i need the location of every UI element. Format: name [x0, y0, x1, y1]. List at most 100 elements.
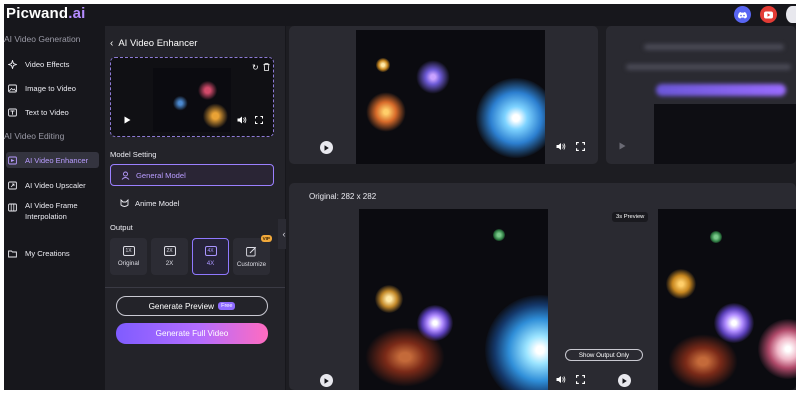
firework-graphic — [416, 60, 450, 94]
firework-graphic — [365, 327, 445, 387]
play-icon[interactable] — [124, 116, 131, 126]
sidebar-item-label: AI Video Upscaler — [25, 180, 86, 190]
sidebar-item-ai-video-frame-interpolation[interactable]: AI Video Frame Interpolation — [6, 200, 99, 226]
sidebar-item-ai-video-upscaler[interactable]: AI Video Upscaler — [6, 176, 99, 194]
scale-4x-icon: 4X — [204, 246, 217, 256]
fullscreen-icon[interactable] — [576, 142, 585, 151]
output-customize-option[interactable]: VIP Customize — [233, 235, 272, 275]
uploaded-video-thumbnail — [153, 68, 231, 132]
fullscreen-icon[interactable] — [255, 116, 263, 126]
result-area: Original: 282 x 282 Show Output Only 3s … — [286, 26, 796, 390]
blurred-text — [644, 44, 784, 50]
scale-1x-icon: 1X — [122, 246, 135, 256]
user-icon — [121, 171, 130, 180]
play-icon — [622, 377, 627, 384]
folder-icon — [8, 250, 17, 257]
output-label: Output — [110, 223, 133, 232]
play-icon — [324, 377, 329, 384]
sidebar-item-label: Text to Video — [25, 107, 69, 117]
firework-graphic — [493, 229, 505, 241]
output-label-text: 4X — [206, 260, 215, 267]
delete-icon[interactable] — [263, 63, 270, 73]
discord-icon[interactable] — [734, 6, 751, 23]
sidebar-item-label: My Creations — [25, 248, 70, 258]
video-player-previous[interactable] — [356, 30, 545, 164]
youtube-icon[interactable] — [760, 6, 777, 23]
general-model-option[interactable]: General Model — [110, 164, 274, 186]
show-output-only-button[interactable]: Show Output Only — [565, 349, 643, 361]
upload-preview[interactable]: ↻ — [110, 57, 274, 137]
blurred-text — [626, 64, 791, 70]
firework-graphic — [758, 319, 796, 379]
fullscreen-icon[interactable] — [576, 375, 585, 384]
result-card-current: Original: 282 x 282 Show Output Only 3s … — [289, 183, 796, 390]
anime-icon — [120, 198, 129, 207]
video-player-output[interactable] — [658, 209, 796, 390]
volume-icon[interactable] — [556, 142, 566, 151]
panel-divider — [105, 287, 285, 288]
logo[interactable]: Picwand.ai — [6, 5, 86, 22]
play-button[interactable] — [320, 141, 333, 154]
edit-icon — [246, 246, 257, 256]
upscale-icon — [8, 181, 17, 189]
sidebar-item-label: AI Video Frame Interpolation — [25, 201, 78, 221]
model-label: General Model — [136, 170, 186, 180]
blurred-button — [656, 84, 786, 96]
generate-preview-label: Generate Preview — [148, 301, 215, 311]
firework-graphic — [476, 78, 545, 158]
sidebar-item-label: Video Effects — [25, 59, 70, 69]
nav-section-editing: AI Video Editing — [4, 131, 65, 141]
firework-graphic — [375, 285, 403, 313]
output-label-text: Customize — [236, 260, 267, 268]
chevron-left-icon[interactable]: ‹ — [110, 38, 113, 49]
play-icon — [324, 144, 329, 151]
generate-full-video-button[interactable]: Generate Full Video — [116, 323, 268, 344]
panel-title-text: AI Video Enhancer — [118, 38, 198, 49]
panel-title[interactable]: ‹ AI Video Enhancer — [110, 38, 197, 49]
firework-graphic — [666, 269, 696, 299]
app-window: Picwand.ai AI Video Generation Video Eff… — [4, 4, 796, 390]
play-button-original[interactable] — [320, 374, 333, 387]
sidebar-item-video-effects[interactable]: Video Effects — [6, 55, 99, 73]
firework-graphic — [710, 231, 722, 243]
avatar[interactable] — [786, 6, 796, 23]
output-label-text: Original — [117, 260, 140, 267]
image-icon — [8, 84, 17, 92]
enhance-icon — [8, 156, 17, 164]
video-player-original[interactable] — [359, 209, 548, 390]
firework-graphic — [376, 58, 390, 72]
sidebar-item-ai-video-enhancer[interactable]: AI Video Enhancer — [6, 152, 99, 168]
volume-icon[interactable] — [237, 116, 247, 126]
volume-icon[interactable] — [556, 375, 566, 384]
output-2x-option[interactable]: 2X 2X — [151, 238, 188, 275]
sidebar-item-text-to-video[interactable]: Text to Video — [6, 103, 99, 121]
scale-2x-icon: 2X — [163, 246, 176, 256]
top-bar: Picwand.ai — [4, 4, 796, 26]
anime-model-option[interactable]: Anime Model — [110, 192, 274, 214]
sidebar-item-my-creations[interactable]: My Creations — [6, 244, 99, 262]
frame-icon — [8, 203, 17, 212]
video-player-output-previous[interactable] — [654, 104, 796, 164]
output-4x-option[interactable]: 4X 4X — [192, 238, 229, 275]
nav-section-generation: AI Video Generation — [4, 34, 81, 44]
result-card-output-previous — [606, 26, 796, 164]
sidebar-item-image-to-video[interactable]: Image to Video — [6, 79, 99, 97]
generate-preview-button[interactable]: Generate Preview Free — [116, 296, 268, 316]
firework-graphic — [668, 334, 738, 389]
play-icon[interactable] — [619, 142, 626, 150]
output-options: 1X Original 2X 2X 4X 4X VIP Customize — [110, 235, 272, 275]
generate-full-video-label: Generate Full Video — [155, 329, 229, 338]
model-setting-label: Model Setting — [110, 150, 157, 159]
firework-graphic — [366, 92, 406, 132]
original-resolution-label: Original: 282 x 282 — [309, 192, 377, 201]
effects-icon — [8, 59, 17, 69]
replace-icon[interactable]: ↻ — [252, 63, 259, 72]
free-badge: Free — [218, 302, 236, 310]
sidebar-item-label: Image to Video — [25, 83, 76, 93]
preview-duration-badge: 3s Preview — [612, 212, 649, 222]
sidebar: AI Video Generation Video Effects Image … — [4, 26, 104, 390]
play-button-output[interactable] — [618, 374, 631, 387]
result-card-previous — [289, 26, 598, 164]
output-original-option[interactable]: 1X Original — [110, 238, 147, 275]
output-label-text: 2X — [165, 260, 174, 267]
